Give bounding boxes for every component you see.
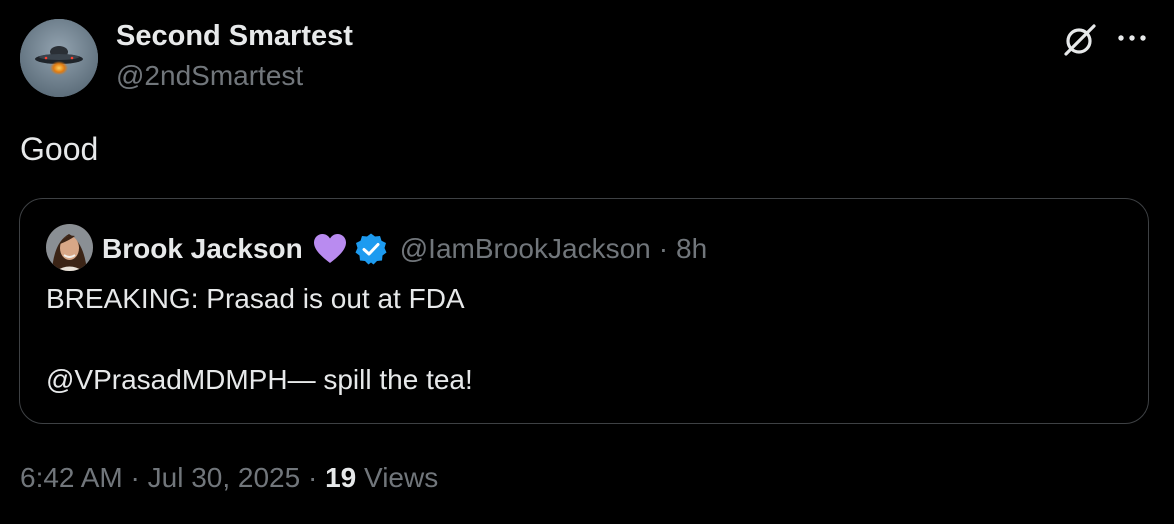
quoted-tweet-text-line: BREAKING: Prasad is out at FDA bbox=[46, 283, 465, 314]
person-avatar-icon bbox=[46, 224, 93, 271]
author-avatar[interactable] bbox=[20, 19, 98, 97]
quoted-author-name[interactable]: Brook Jackson bbox=[102, 233, 303, 265]
tweet-text: Good bbox=[20, 131, 99, 167]
tweet-time[interactable]: 6:42 AM bbox=[20, 462, 123, 493]
meta-separator: · bbox=[307, 462, 318, 493]
quoted-author-handle[interactable]: @IamBrookJackson bbox=[400, 233, 651, 265]
meta-separator: · bbox=[130, 462, 140, 493]
quoted-tweet-header: Brook Jackson @IamBrookJackson · 8h bbox=[102, 229, 707, 269]
ufo-icon bbox=[20, 19, 98, 97]
purple-heart-icon bbox=[312, 232, 348, 266]
quoted-header-separator: · bbox=[658, 233, 669, 264]
quoted-author-avatar[interactable] bbox=[46, 224, 93, 271]
grok-icon[interactable] bbox=[1060, 20, 1100, 60]
tweet-meta: 6:42 AM · Jul 30, 2025 · 19 Views bbox=[20, 462, 438, 494]
tweet-date[interactable]: Jul 30, 2025 bbox=[148, 462, 301, 493]
views-count: 19 bbox=[325, 462, 357, 493]
more-options-icon[interactable] bbox=[1114, 24, 1154, 54]
quoted-tweet-time[interactable]: 8h bbox=[676, 233, 707, 265]
views-label: Views bbox=[364, 462, 439, 493]
quoted-tweet-text-line: @VPrasadMDMPH— spill the tea! bbox=[46, 364, 473, 395]
verified-badge-icon[interactable] bbox=[354, 232, 388, 266]
author-handle[interactable]: @2ndSmartest bbox=[116, 60, 303, 92]
quoted-tweet-card[interactable]: Brook Jackson @IamBrookJackson · 8h BREA… bbox=[19, 198, 1149, 424]
author-display-name[interactable]: Second Smartest bbox=[116, 20, 353, 53]
